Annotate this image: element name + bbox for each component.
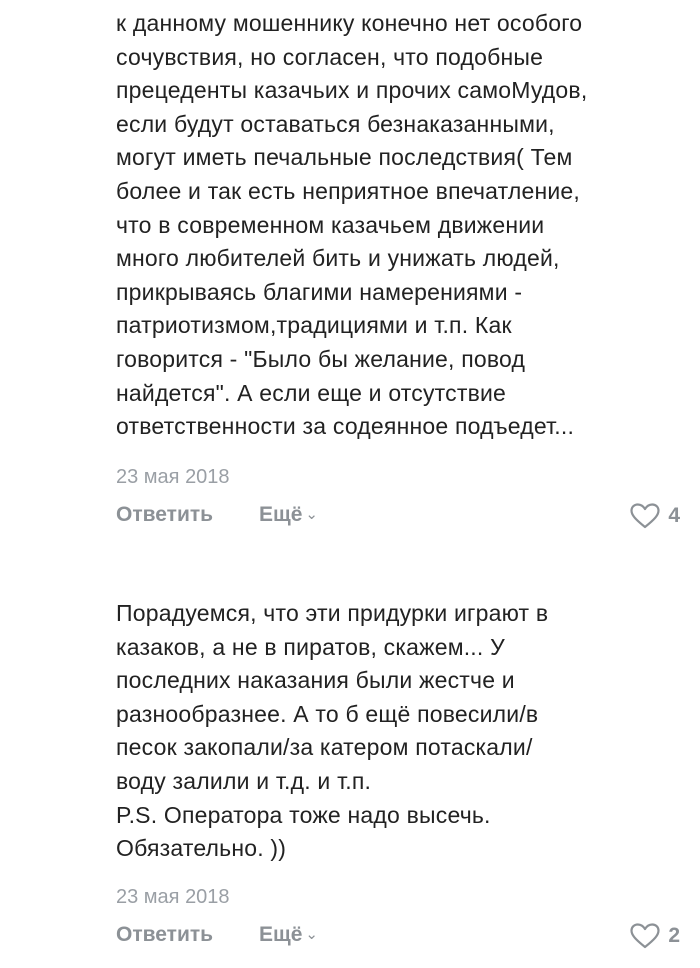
like-count: 4 [668, 504, 680, 527]
comment-line: казаков, а не в пиратов, скажем... У [116, 633, 505, 660]
comment-actions: Ответить Ещё ⌄ 4 [116, 503, 680, 533]
like-button[interactable]: 4 [630, 503, 680, 529]
comment-line: P.S. Оператора тоже надо высечь. [116, 801, 491, 828]
reply-button[interactable]: Ответить [116, 503, 213, 527]
comment-1: к данному мошеннику конечно нет особого … [0, 0, 700, 548]
chevron-down-icon: ⌄ [305, 926, 318, 943]
comment-text: к данному мошеннику конечно нет особого … [116, 7, 686, 444]
comment-line: могут иметь печальные последствия( Тем [116, 144, 573, 171]
comment-line: разнообразнее. А то б ещё повесили/в [116, 700, 539, 727]
comment-line: к данному мошеннику конечно нет особого [116, 10, 583, 36]
chevron-down-icon: ⌄ [305, 506, 318, 523]
comment-text: Порадуемся, что эти придурки играют в ка… [116, 597, 686, 866]
like-count: 2 [668, 924, 680, 947]
comment-line: прикрываясь благими намерениями - [116, 278, 523, 305]
more-label: Ещё [259, 503, 303, 526]
comment-line: Обязательно. )) [116, 835, 287, 862]
heart-icon [630, 923, 660, 949]
heart-icon [630, 503, 660, 529]
redaction-scribble [6, 0, 226, 6]
comment-line: если будут оставаться безнаказанными, [116, 110, 555, 137]
comment-line: песок закопали/за катером потаскали/ [116, 734, 533, 761]
comment-line: сочувствия, но согласен, что подобные [116, 43, 544, 70]
comment-line: говорится - "Было бы желание, повод [116, 345, 526, 372]
reply-button[interactable]: Ответить [116, 923, 213, 947]
comment-date: 23 мая 2018 [116, 466, 230, 488]
comment-line: последних наказания были жестче и [116, 667, 515, 694]
like-button[interactable]: 2 [630, 923, 680, 949]
comment-line: Порадуемся, что эти придурки играют в [116, 600, 549, 626]
comment-date: 23 мая 2018 [116, 886, 230, 908]
comment-line: воду залили и т.д. и т.п. [116, 767, 372, 794]
comment-line: патриотизмом,традициями и т.п. Как [116, 312, 512, 339]
comment-2: Порадуемся, что эти придурки играют в ка… [0, 548, 700, 968]
comment-line: прецеденты казачьих и прочих самоМудов, [116, 77, 588, 104]
comment-line: много любителей бить и унижать людей, [116, 245, 560, 272]
comment-line: более и так есть неприятное впечатление, [116, 177, 581, 204]
comment-line: что в современном казачьем движении [116, 211, 545, 238]
more-button[interactable]: Ещё ⌄ [259, 923, 318, 947]
comment-line: найдется". А если еще и отсутствие [116, 379, 507, 406]
comment-actions: Ответить Ещё ⌄ 2 [116, 923, 680, 953]
more-button[interactable]: Ещё ⌄ [259, 503, 318, 527]
comment-line: ответственности за содеянное подъедет... [116, 413, 575, 440]
more-label: Ещё [259, 923, 303, 946]
